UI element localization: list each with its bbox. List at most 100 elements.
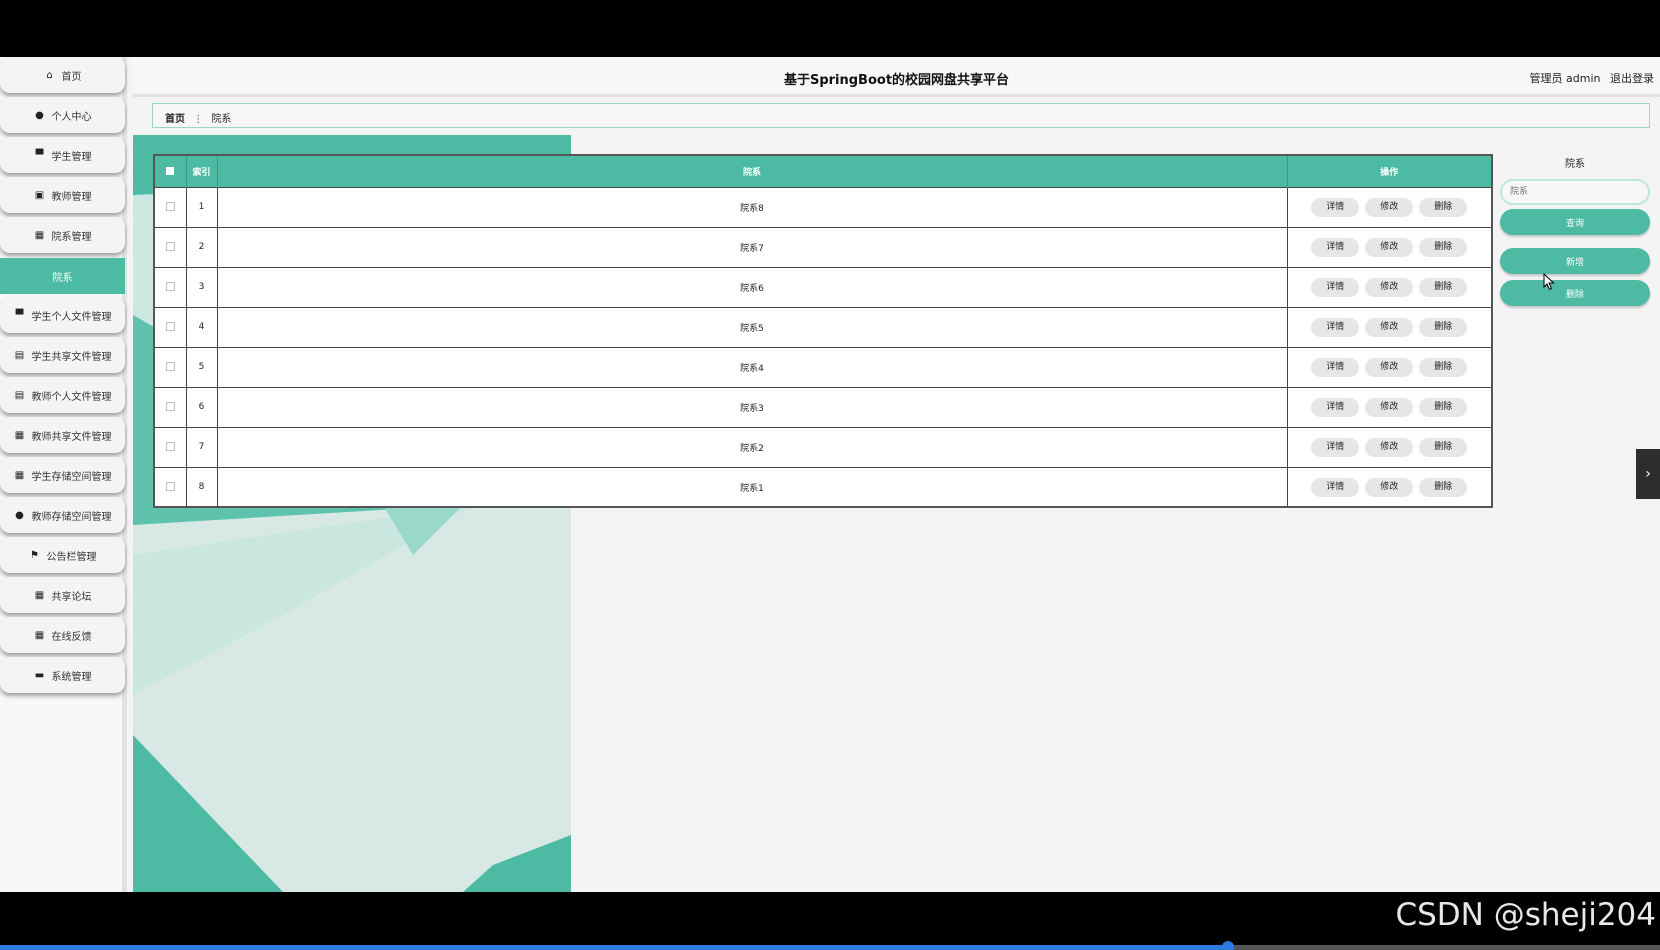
- edit-button[interactable]: 修改: [1365, 197, 1414, 217]
- row-checkbox[interactable]: [165, 282, 175, 291]
- row-department-name: 院系7: [217, 226, 1288, 267]
- mouse-cursor-icon: [1543, 273, 1555, 291]
- header-index: 索引: [186, 156, 218, 187]
- sidebar-item-label: 教师管理: [51, 191, 92, 203]
- detail-button[interactable]: 详情: [1311, 277, 1360, 297]
- row-checkbox[interactable]: [165, 242, 175, 251]
- page-title: 基于SpringBoot的校园网盘共享平台: [783, 73, 1010, 88]
- delete-button[interactable]: 删除: [1419, 237, 1468, 257]
- row-checkbox[interactable]: [165, 482, 175, 492]
- table-row: 6 院系3 详情 修改 删除: [155, 386, 1491, 427]
- sidebar-item[interactable]: ▀ 学生个人文件管理: [0, 297, 125, 333]
- delete-button[interactable]: 删除: [1419, 437, 1468, 457]
- clipboard-icon: ▤: [14, 349, 25, 361]
- edit-button[interactable]: 修改: [1365, 397, 1414, 417]
- table-row: 4 院系5 详情 修改 删除: [155, 306, 1491, 347]
- table-header-row: 索引 院系 操作: [155, 156, 1491, 187]
- select-all-checkbox[interactable]: [166, 166, 175, 175]
- sidebar-item[interactable]: ⌂ 首页: [0, 57, 125, 93]
- sidebar-item[interactable]: ▦ 共享论坛: [0, 577, 125, 613]
- row-index: 7: [186, 426, 218, 467]
- detail-button[interactable]: 详情: [1311, 237, 1360, 257]
- sidebar-item[interactable]: ⚑ 公告栏管理: [0, 537, 125, 573]
- row-index: 3: [186, 266, 218, 307]
- sidebar-item[interactable]: 院系: [0, 258, 125, 294]
- table-row: 5 院系4 详情 修改 删除: [155, 346, 1491, 387]
- row-actions: 详情 修改 删除: [1287, 346, 1491, 387]
- row-actions: 详情 修改 删除: [1287, 426, 1491, 467]
- sidebar-item-label: 教师存储空间管理: [31, 511, 112, 523]
- row-checkbox[interactable]: [165, 402, 175, 411]
- sidebar-item[interactable]: ▦ 教师共享文件管理: [0, 417, 125, 453]
- sidebar-item[interactable]: ▦ 院系管理: [0, 217, 125, 253]
- sidebar-item[interactable]: ▦ 学生存储空间管理: [0, 457, 125, 493]
- row-actions: 详情 修改 删除: [1287, 386, 1491, 427]
- sidebar-item-label: 公告栏管理: [46, 551, 97, 563]
- row-select-cell: [155, 226, 187, 267]
- detail-button[interactable]: 详情: [1311, 437, 1360, 457]
- sidebar-item[interactable]: ▦ 在线反馈: [0, 617, 125, 653]
- table-row: 3 院系6 详情 修改 删除: [155, 266, 1491, 307]
- delete-button[interactable]: 删除: [1419, 197, 1468, 217]
- grid-icon: ▦: [34, 589, 45, 601]
- grid-icon: ▦: [14, 469, 25, 481]
- row-index: 8: [186, 466, 218, 507]
- sidebar-item[interactable]: ▤ 学生共享文件管理: [0, 337, 125, 373]
- row-select-cell: [155, 346, 187, 387]
- logout-link[interactable]: 退出登录: [1610, 72, 1654, 85]
- row-department-name: 院系4: [217, 346, 1288, 387]
- breadcrumb-separator: ⋮: [193, 114, 204, 125]
- query-button[interactable]: 查询: [1500, 209, 1650, 235]
- sidebar-item-label: 学生存储空间管理: [31, 471, 112, 483]
- sidebar-item[interactable]: ▀ 学生管理: [0, 137, 125, 173]
- chevron-right-icon: ›: [1645, 466, 1651, 482]
- flag-icon: ⚑: [30, 549, 39, 561]
- row-checkbox[interactable]: [165, 202, 175, 211]
- edit-button[interactable]: 修改: [1365, 277, 1414, 297]
- edit-button[interactable]: 修改: [1365, 477, 1414, 497]
- delete-button[interactable]: 删除: [1419, 317, 1468, 337]
- edit-button[interactable]: 修改: [1365, 357, 1414, 377]
- sidebar-item[interactable]: ▤ 教师个人文件管理: [0, 377, 125, 413]
- row-checkbox[interactable]: [165, 362, 175, 371]
- sidebar-item[interactable]: ● 个人中心: [0, 97, 125, 133]
- edit-button[interactable]: 修改: [1365, 317, 1414, 337]
- user-role-label: 管理员 admin: [1529, 72, 1601, 85]
- delete-button[interactable]: 删除: [1419, 357, 1468, 377]
- sidebar-item-label: 院系: [52, 272, 73, 284]
- breadcrumb-current: 院系: [211, 114, 232, 125]
- row-select-cell: [155, 306, 187, 347]
- video-progress-bar[interactable]: [0, 945, 1660, 950]
- edit-button[interactable]: 修改: [1365, 437, 1414, 457]
- search-label: 院系: [1565, 159, 1585, 170]
- side-panel-toggle[interactable]: ›: [1636, 449, 1660, 499]
- detail-button[interactable]: 详情: [1311, 477, 1360, 497]
- sidebar-item-label: 首页: [61, 71, 82, 83]
- row-department-name: 院系8: [217, 186, 1288, 227]
- row-index: 2: [186, 226, 218, 267]
- monitor-icon: ▀: [15, 309, 24, 321]
- detail-button[interactable]: 详情: [1311, 317, 1360, 337]
- delete-button[interactable]: 删除: [1419, 277, 1468, 297]
- row-checkbox[interactable]: [165, 322, 175, 331]
- delete-button[interactable]: 删除: [1419, 397, 1468, 417]
- detail-button[interactable]: 详情: [1311, 197, 1360, 217]
- video-progress-handle[interactable]: [1222, 941, 1235, 950]
- detail-button[interactable]: 详情: [1311, 397, 1360, 417]
- sidebar-item[interactable]: ● 教师存储空间管理: [0, 497, 125, 533]
- row-checkbox[interactable]: [165, 442, 175, 451]
- search-input[interactable]: [1500, 179, 1650, 205]
- detail-button[interactable]: 详情: [1311, 357, 1360, 377]
- add-button[interactable]: 新增: [1500, 248, 1650, 274]
- sidebar-item[interactable]: ▣ 教师管理: [0, 177, 125, 213]
- header-select-all[interactable]: [155, 156, 187, 187]
- batch-delete-button[interactable]: 删除: [1500, 280, 1650, 306]
- monitor-icon: ▀: [35, 149, 44, 161]
- delete-button[interactable]: 删除: [1419, 477, 1468, 497]
- table-row: 2 院系7 详情 修改 删除: [155, 226, 1491, 267]
- user-icon: ●: [35, 109, 44, 121]
- edit-button[interactable]: 修改: [1365, 237, 1414, 257]
- breadcrumb-home[interactable]: 首页: [165, 114, 185, 125]
- sidebar-item[interactable]: ▬ 系统管理: [0, 657, 125, 693]
- table-row: 8 院系1 详情 修改 删除: [155, 466, 1491, 507]
